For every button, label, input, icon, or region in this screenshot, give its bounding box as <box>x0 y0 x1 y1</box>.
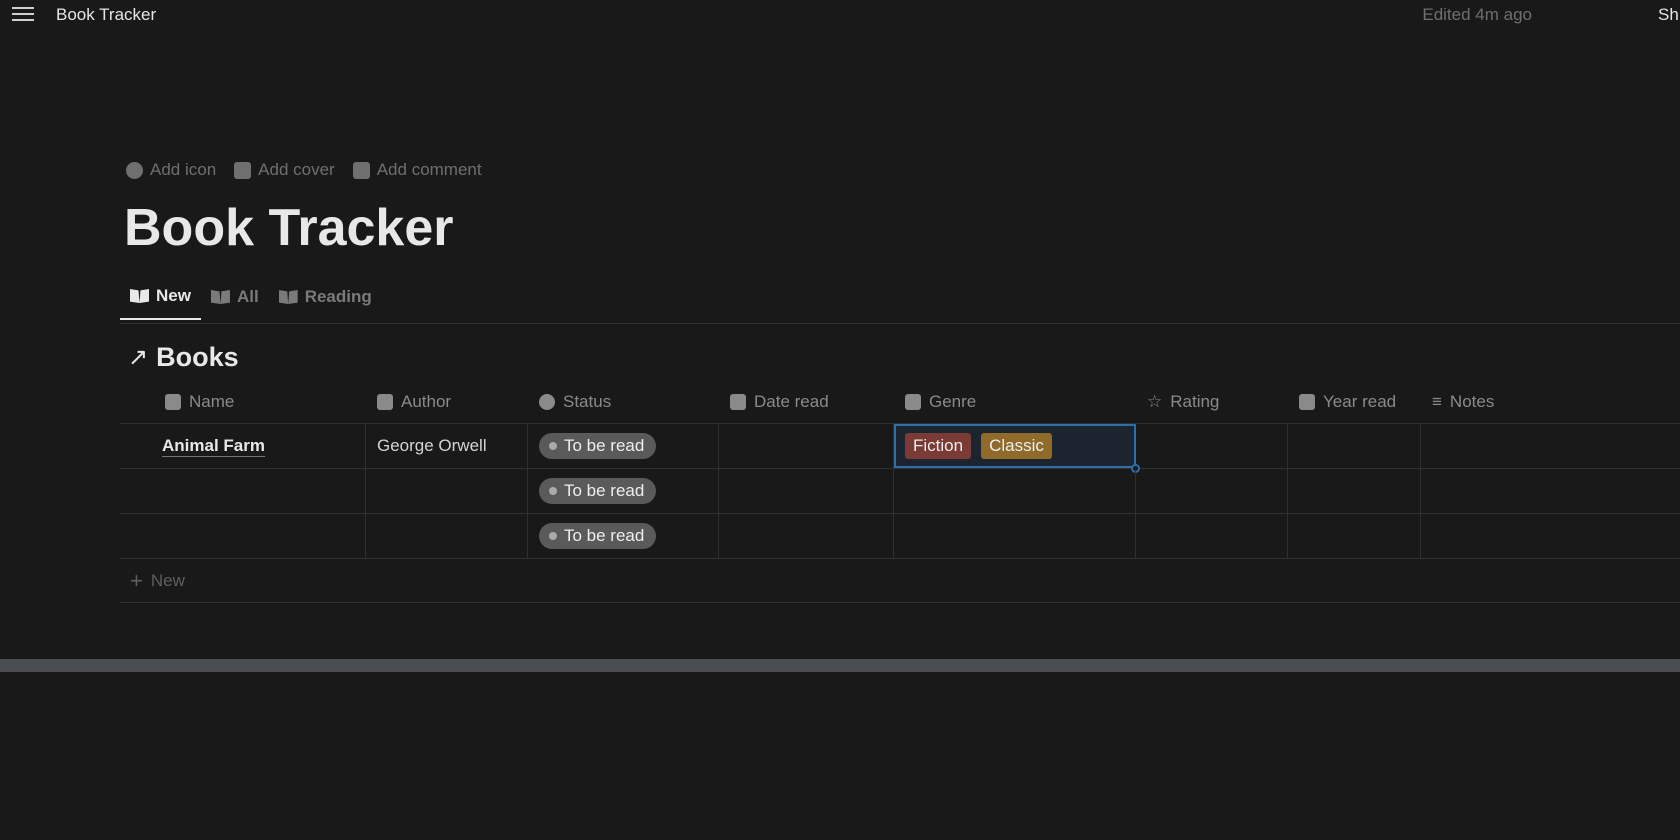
status-dot-icon <box>549 487 557 495</box>
column-rating[interactable]: ☆ Rating <box>1136 380 1288 423</box>
star-icon: ☆ <box>1147 391 1163 411</box>
column-label: Genre <box>929 391 977 411</box>
column-label: Date read <box>754 391 829 411</box>
notes-cell[interactable] <box>1421 469 1680 513</box>
page-title[interactable]: Book Tracker <box>124 198 454 258</box>
tab-label: All <box>236 287 259 306</box>
column-date-read[interactable]: Date read <box>719 380 894 423</box>
table-row[interactable]: Animal Farm George Orwell To be read Fic… <box>120 424 1680 473</box>
table-row[interactable]: To be read <box>120 469 1680 514</box>
image-icon <box>234 161 252 179</box>
status-label: To be read <box>564 526 645 545</box>
page-icon <box>165 393 181 410</box>
date-read-cell[interactable] <box>719 424 894 468</box>
year-read-cell[interactable] <box>1288 514 1421 558</box>
book-icon <box>130 289 149 303</box>
name-cell[interactable] <box>120 514 366 558</box>
author-cell[interactable] <box>366 469 528 513</box>
add-comment-label: Add comment <box>376 160 482 179</box>
column-label: Notes <box>1449 391 1495 411</box>
genre-cell[interactable] <box>894 469 1136 513</box>
status-dot-icon <box>549 442 557 450</box>
smiley-icon <box>126 161 143 179</box>
genre-tag: Fiction <box>905 433 972 459</box>
tab-label: New <box>156 286 191 305</box>
comment-icon <box>352 161 370 179</box>
notes-cell[interactable] <box>1421 514 1680 558</box>
add-cover-button[interactable]: Add cover <box>234 160 335 180</box>
share-button[interactable]: Sh <box>1658 5 1679 25</box>
book-icon <box>210 290 230 304</box>
tab-all[interactable]: All <box>201 286 269 320</box>
tab-new[interactable]: New <box>120 286 201 320</box>
date-read-cell[interactable] <box>719 514 894 558</box>
table-row[interactable]: To be read <box>120 514 1680 559</box>
new-label: New <box>150 570 185 590</box>
shapes-icon <box>905 393 921 410</box>
status-cell[interactable]: To be read <box>528 514 719 558</box>
breadcrumb[interactable]: Book Tracker <box>56 5 156 25</box>
column-label: Author <box>401 391 452 411</box>
column-label: Status <box>563 391 612 411</box>
column-notes[interactable]: ≡ Notes <box>1421 380 1680 423</box>
horizontal-scrollbar[interactable] <box>0 659 1680 672</box>
edited-status: Edited 4m ago <box>1422 5 1532 24</box>
status-badge: To be read <box>539 523 657 549</box>
database-title-label: Books <box>156 342 239 372</box>
notes-cell[interactable] <box>1421 424 1680 468</box>
tab-reading[interactable]: Reading <box>269 286 382 320</box>
add-comment-button[interactable]: Add comment <box>352 160 482 180</box>
rating-cell[interactable] <box>1136 514 1288 558</box>
calendar-grid-icon <box>1299 393 1315 410</box>
status-dot-icon <box>549 532 557 540</box>
date-read-cell[interactable] <box>719 469 894 513</box>
table-header: Name Author Status Date read Genre ☆ Rati… <box>120 380 1680 424</box>
status-label: To be read <box>564 481 645 500</box>
column-year-read[interactable]: Year read <box>1288 380 1421 423</box>
column-genre[interactable]: Genre <box>894 380 1136 423</box>
column-label: Name <box>189 391 235 411</box>
status-badge: To be read <box>539 433 657 459</box>
column-label: Year read <box>1323 391 1397 411</box>
brush-icon <box>377 393 393 410</box>
calendar-icon <box>730 393 746 410</box>
rating-cell[interactable] <box>1136 469 1288 513</box>
status-cell[interactable]: To be read <box>528 424 719 468</box>
genre-tag: Classic <box>981 433 1052 459</box>
author-cell[interactable]: George Orwell <box>366 424 528 468</box>
books-table: Name Author Status Date read Genre ☆ Rati… <box>120 380 1680 603</box>
view-tabs: New All Reading <box>120 286 382 320</box>
book-icon <box>278 290 298 304</box>
link-arrow-icon: ↗ <box>128 344 149 371</box>
add-cover-label: Add cover <box>258 160 335 179</box>
year-read-cell[interactable] <box>1288 469 1421 513</box>
add-new-row-button[interactable]: + New <box>120 559 1680 603</box>
name-cell[interactable]: Animal Farm <box>120 424 366 468</box>
database-title[interactable]: ↗ Books <box>128 342 239 373</box>
status-badge: To be read <box>539 478 657 504</box>
column-name[interactable]: Name <box>120 380 366 423</box>
divider <box>120 323 1680 324</box>
add-icon-button[interactable]: Add icon <box>126 160 216 180</box>
book-name[interactable]: Animal Farm <box>162 436 265 457</box>
text-lines-icon: ≡ <box>1432 391 1442 411</box>
column-label: Rating <box>1170 391 1220 411</box>
tab-label: Reading <box>304 287 372 306</box>
year-read-cell[interactable] <box>1288 424 1421 468</box>
top-bar: Book Tracker Edited 4m ago Sh <box>0 0 1680 28</box>
menu-icon[interactable] <box>12 5 34 23</box>
plus-icon: + <box>130 567 143 593</box>
add-icon-label: Add icon <box>150 160 217 179</box>
rating-cell[interactable] <box>1136 424 1288 468</box>
genre-cell[interactable]: Fiction Classic <box>894 424 1140 473</box>
column-status[interactable]: Status <box>528 380 719 423</box>
status-label: To be read <box>564 436 645 455</box>
column-author[interactable]: Author <box>366 380 528 423</box>
status-icon <box>539 393 555 410</box>
genre-cell[interactable] <box>894 514 1136 558</box>
page-actions: Add icon Add cover Add comment <box>126 160 482 180</box>
name-cell[interactable] <box>120 469 366 513</box>
author-cell[interactable] <box>366 514 528 558</box>
status-cell[interactable]: To be read <box>528 469 719 513</box>
